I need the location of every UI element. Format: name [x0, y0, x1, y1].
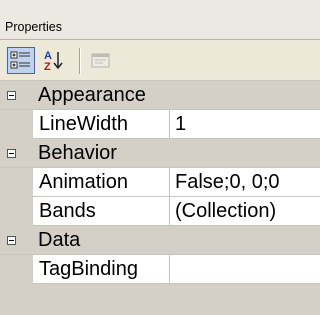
property-name: Animation — [33, 168, 170, 197]
row-gutter — [0, 197, 33, 226]
property-pages-button[interactable] — [87, 47, 115, 74]
category-label: Appearance — [38, 84, 146, 106]
categorized-icon — [10, 51, 30, 69]
property-pages-icon — [91, 53, 110, 68]
property-value-linewidth[interactable]: 1 — [170, 110, 320, 139]
alphabetical-button[interactable]: A Z — [41, 47, 67, 74]
property-grid: Appearance LineWidth 1 Behavior Animatio… — [0, 81, 320, 315]
property-name: TagBinding — [33, 255, 170, 284]
property-row-animation[interactable]: Animation False;0, 0;0 — [0, 168, 320, 197]
property-value-animation[interactable]: False;0, 0;0 — [170, 168, 320, 197]
collapse-icon[interactable] — [7, 149, 16, 158]
property-row-bands[interactable]: Bands (Collection) — [0, 197, 320, 226]
row-gutter — [0, 255, 33, 284]
collapse-icon[interactable] — [7, 91, 16, 100]
category-row-behavior[interactable]: Behavior — [0, 139, 320, 168]
alphabetical-sort-icon: A Z — [44, 50, 63, 73]
row-gutter — [0, 110, 33, 139]
property-name: Bands — [33, 197, 170, 226]
row-gutter — [0, 168, 33, 197]
property-value-bands[interactable]: (Collection) — [170, 197, 320, 226]
property-name: LineWidth — [33, 110, 170, 139]
categorized-button[interactable] — [7, 47, 35, 74]
collapse-icon[interactable] — [7, 236, 16, 245]
category-label: Data — [38, 229, 81, 251]
properties-toolbar: A Z — [0, 40, 320, 81]
toolbar-separator — [79, 48, 81, 74]
category-label: Behavior — [38, 142, 117, 164]
category-row-data[interactable]: Data — [0, 226, 320, 255]
properties-panel: Properties A Z Appearance LineWidth 1 Be… — [0, 0, 320, 315]
panel-title-bar: Properties — [0, 0, 320, 40]
property-row-tagbinding[interactable]: TagBinding — [0, 255, 320, 284]
property-value-tagbinding[interactable] — [170, 255, 320, 284]
alpha-sort-z-glyph: Z — [44, 61, 51, 73]
panel-title: Properties — [5, 20, 62, 34]
property-row-linewidth[interactable]: LineWidth 1 — [0, 110, 320, 139]
category-row-appearance[interactable]: Appearance — [0, 81, 320, 110]
